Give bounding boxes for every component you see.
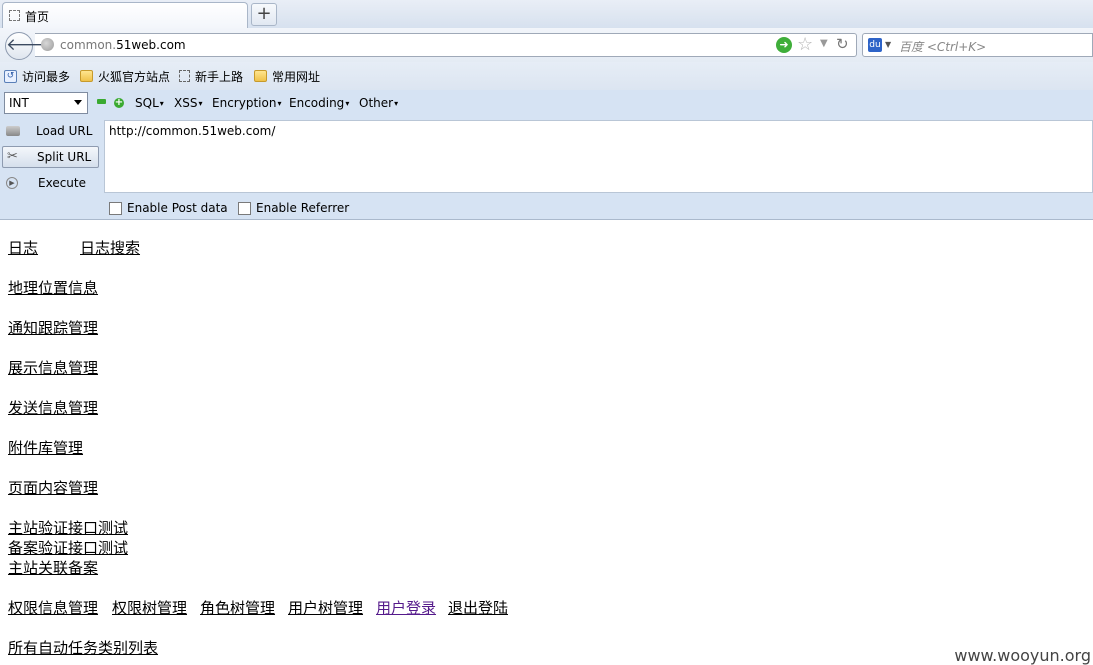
link-permission-info[interactable]: 权限信息管理 xyxy=(8,597,98,618)
chevron-down-icon xyxy=(74,100,82,105)
menu-encoding[interactable]: Encoding xyxy=(289,96,349,110)
tab-title: 首页 xyxy=(25,10,50,24)
address-text[interactable]: common.51web.com xyxy=(60,38,186,52)
baidu-icon[interactable]: du xyxy=(868,38,882,52)
referrer-label: Enable Referrer xyxy=(256,201,350,215)
link-geo-info[interactable]: 地理位置信息 xyxy=(8,277,98,298)
scissors-icon: ✂ xyxy=(7,149,18,164)
menu-xss[interactable]: XSS xyxy=(174,96,202,110)
link-log[interactable]: 日志 xyxy=(8,237,38,258)
load-url-label: Load URL xyxy=(36,124,93,138)
link-page-content[interactable]: 页面内容管理 xyxy=(8,477,98,498)
bookmark-common-urls[interactable]: 常用网址 xyxy=(254,68,320,84)
bookmark-label: 访问最多 xyxy=(22,69,71,84)
post-data-label: Enable Post data xyxy=(127,201,228,215)
link-user-tree[interactable]: 用户树管理 xyxy=(288,597,363,618)
link-log-search[interactable]: 日志搜索 xyxy=(80,237,140,258)
menu-encryption[interactable]: Encryption xyxy=(212,96,281,110)
dropdown-icon[interactable]: ▼ xyxy=(820,38,828,49)
link-user-login[interactable]: 用户登录 xyxy=(376,597,436,618)
bookmark-label: 新手上路 xyxy=(195,69,244,84)
bookmark-most-visited[interactable]: ↺ 访问最多 xyxy=(4,68,70,84)
link-main-verify-test[interactable]: 主站验证接口测试 xyxy=(8,517,128,538)
link-main-linked-record[interactable]: 主站关联备案 xyxy=(8,557,98,578)
tab-home[interactable]: 首页 xyxy=(2,2,248,28)
link-notify-tracking[interactable]: 通知跟踪管理 xyxy=(8,317,98,338)
globe-icon xyxy=(41,38,54,51)
folder-icon xyxy=(254,70,267,82)
type-select[interactable]: INT xyxy=(4,92,88,114)
load-url-icon xyxy=(6,126,20,136)
watermark: www.wooyun.org xyxy=(954,646,1091,665)
link-permission-tree[interactable]: 权限树管理 xyxy=(112,597,187,618)
link-logout[interactable]: 退出登陆 xyxy=(448,597,508,618)
decrement-icon[interactable] xyxy=(97,99,106,104)
new-tab-button[interactable]: + xyxy=(251,3,277,26)
most-visited-icon: ↺ xyxy=(4,69,17,83)
go-arrow-icon[interactable]: ➜ xyxy=(776,37,792,53)
increment-icon[interactable]: + xyxy=(114,98,124,108)
bookmark-label: 火狐官方站点 xyxy=(98,69,171,84)
bookmark-label: 常用网址 xyxy=(272,69,321,84)
search-engine-dropdown-icon[interactable]: ▼ xyxy=(885,40,891,49)
split-url-label: Split URL xyxy=(37,150,92,164)
url-textarea-value: http://common.51web.com/ xyxy=(109,124,276,138)
star-icon[interactable]: ☆ xyxy=(797,34,813,55)
link-attachment-library[interactable]: 附件库管理 xyxy=(8,437,83,458)
back-button[interactable]: 🡐 xyxy=(5,32,52,60)
link-auto-task-categories[interactable]: 所有自动任务类别列表 xyxy=(8,637,158,658)
link-display-info[interactable]: 展示信息管理 xyxy=(8,357,98,378)
menu-sql[interactable]: SQL xyxy=(135,96,164,110)
reload-icon[interactable]: ↻ xyxy=(836,35,849,53)
execute-label: Execute xyxy=(38,176,86,190)
link-role-tree[interactable]: 角色树管理 xyxy=(200,597,275,618)
post-data-checkbox[interactable] xyxy=(109,202,122,215)
page-icon xyxy=(9,10,20,21)
execute-button[interactable]: ▶ Execute xyxy=(2,172,99,194)
referrer-checkbox[interactable] xyxy=(238,202,251,215)
page-icon xyxy=(179,70,190,82)
load-url-button[interactable]: Load URL xyxy=(2,120,99,142)
search-placeholder: 百度 <Ctrl+K> xyxy=(899,40,987,54)
split-url-button[interactable]: ✂ Split URL xyxy=(2,146,99,168)
bookmark-getting-started[interactable]: 新手上路 xyxy=(179,68,243,84)
type-select-value: INT xyxy=(9,96,29,110)
link-record-verify-test[interactable]: 备案验证接口测试 xyxy=(8,537,128,558)
link-send-info[interactable]: 发送信息管理 xyxy=(8,397,98,418)
play-icon: ▶ xyxy=(6,177,18,189)
menu-other[interactable]: Other xyxy=(359,96,398,110)
bookmark-firefox-site[interactable]: 火狐官方站点 xyxy=(80,68,170,84)
folder-icon xyxy=(80,70,93,82)
